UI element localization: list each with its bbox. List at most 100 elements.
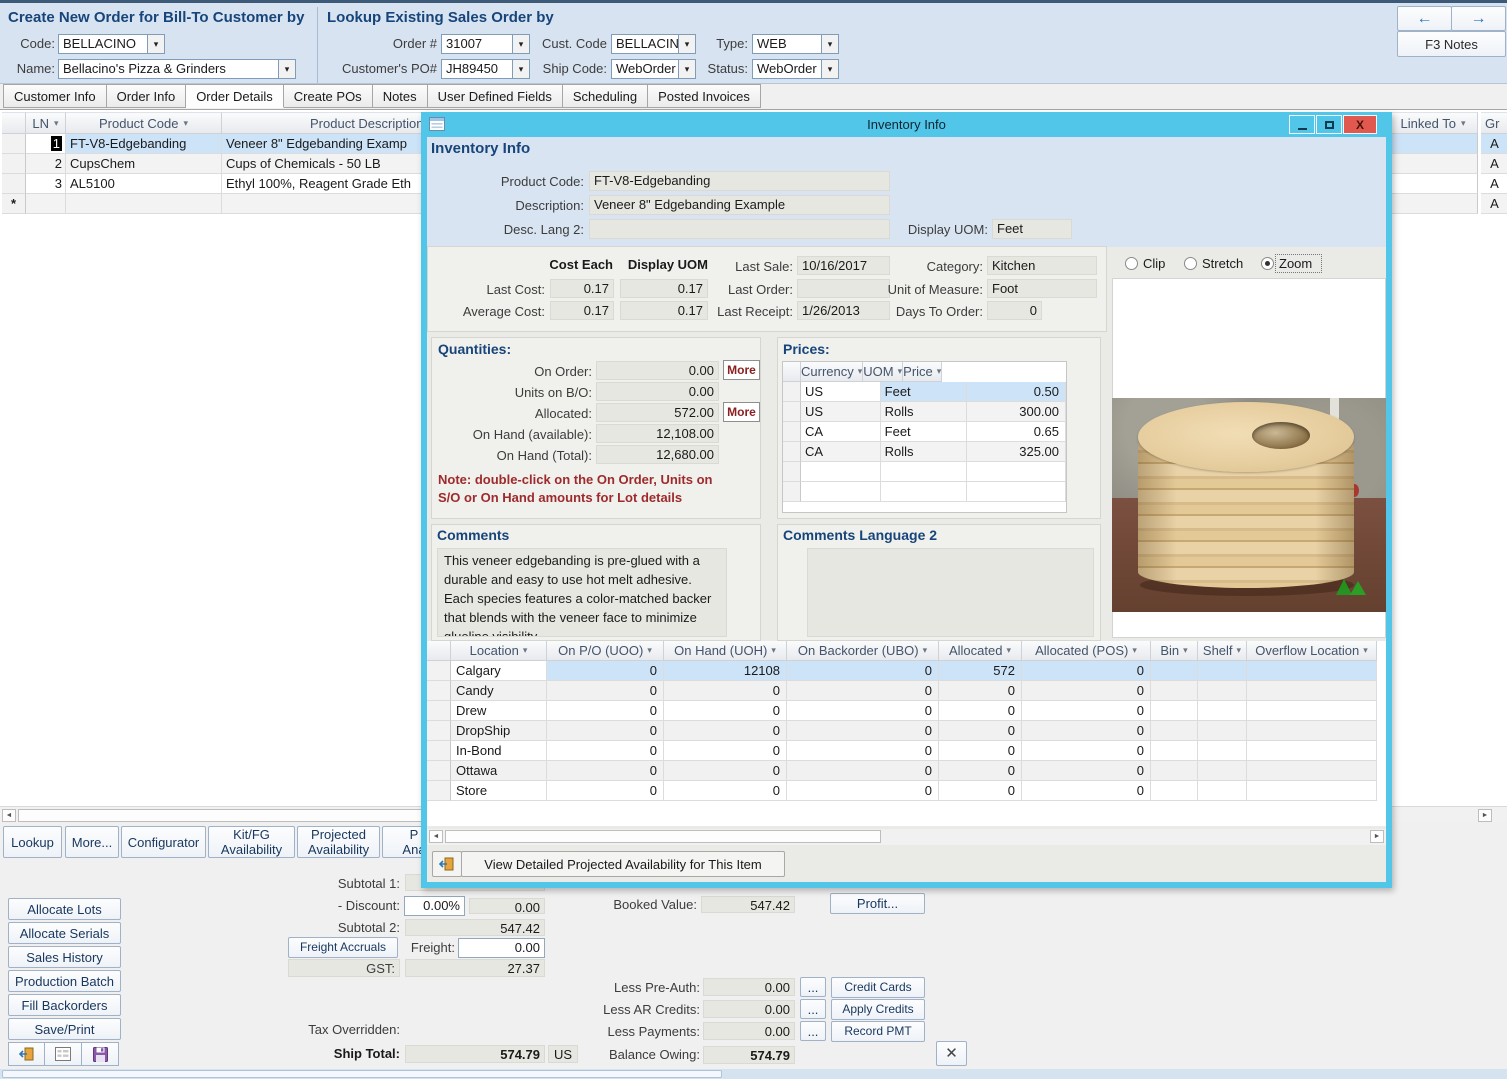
side-button[interactable]: Production Batch [8, 970, 121, 992]
tab[interactable]: Create POs [284, 84, 373, 108]
overflow-location-cell[interactable] [1247, 701, 1377, 721]
on-backorder-cell[interactable]: 0 [787, 701, 939, 721]
locations-column-header[interactable]: Bin▾ [1151, 641, 1198, 661]
locations-column-header[interactable]: On Hand (UOH)▾ [664, 641, 787, 661]
location-name-cell[interactable]: Candy [451, 681, 547, 701]
dropdown-arrow-icon[interactable]: ▾ [512, 60, 529, 78]
locations-column-header[interactable]: Allocated (POS)▾ [1022, 641, 1151, 661]
gr-cell[interactable]: A [1481, 154, 1507, 174]
minimize-button[interactable] [1289, 115, 1315, 134]
on-hand-cell[interactable]: 0 [664, 681, 787, 701]
row-selector[interactable] [783, 422, 801, 442]
bin-cell[interactable] [1151, 681, 1198, 701]
overflow-location-cell[interactable] [1247, 781, 1377, 801]
overflow-location-cell[interactable] [1247, 761, 1377, 781]
location-row[interactable]: Drew 0 0 0 0 0 [427, 701, 1386, 721]
shelf-cell[interactable] [1198, 681, 1247, 701]
scroll-left-icon[interactable]: ◄ [2, 809, 16, 822]
location-name-cell[interactable]: Drew [451, 701, 547, 721]
view-projected-availability-button[interactable]: View Detailed Projected Availability for… [461, 851, 785, 877]
tab[interactable]: Order Info [107, 84, 187, 108]
payment-action-button[interactable]: Apply Credits [831, 999, 925, 1020]
row-selector[interactable] [783, 402, 801, 422]
row-selector[interactable] [427, 661, 451, 681]
column-header-product-code[interactable]: Product Code▾ [66, 112, 222, 134]
clip-radio[interactable] [1125, 257, 1138, 270]
on-backorder-cell[interactable]: 0 [787, 721, 939, 741]
status-combo[interactable]: WebOrder ▾ [752, 59, 839, 79]
shelf-cell[interactable] [1198, 781, 1247, 801]
customer-po-combo[interactable]: JH89450 ▾ [441, 59, 530, 79]
on-backorder-cell[interactable]: 0 [787, 681, 939, 701]
on-po-cell[interactable]: 0 [547, 661, 664, 681]
location-name-cell[interactable]: DropShip [451, 721, 547, 741]
uom-cell[interactable]: Rolls [881, 442, 968, 462]
row-selector[interactable] [427, 721, 451, 741]
on-hand-cell[interactable]: 0 [664, 781, 787, 801]
kitfg-availability-button[interactable]: Kit/FG Availability [208, 826, 295, 858]
row-selector[interactable] [427, 761, 451, 781]
row-selector[interactable] [2, 154, 26, 174]
shelf-cell[interactable] [1198, 721, 1247, 741]
locations-column-header[interactable]: Allocated▾ [939, 641, 1022, 661]
row-selector[interactable] [427, 681, 451, 701]
type-combo[interactable]: WEB ▾ [752, 34, 839, 54]
window-hscroll-thumb[interactable] [2, 1070, 722, 1078]
scroll-right-icon[interactable]: ► [1370, 830, 1384, 843]
price-row[interactable]: US Feet 0.50 [783, 382, 1066, 402]
dropdown-arrow-icon[interactable]: ▾ [821, 60, 838, 78]
on-hand-cell[interactable]: 12108 [664, 661, 787, 681]
location-name-cell[interactable]: In-Bond [451, 741, 547, 761]
uom-cell[interactable]: Rolls [881, 402, 968, 422]
price-cell[interactable]: 0.65 [967, 422, 1066, 442]
ship-code-combo[interactable]: WebOrder ▾ [611, 59, 696, 79]
line-number-cell[interactable]: 3 [26, 174, 66, 194]
overflow-location-cell[interactable] [1247, 661, 1377, 681]
allocated-cell[interactable]: 0 [939, 741, 1022, 761]
shelf-cell[interactable] [1198, 761, 1247, 781]
dropdown-arrow-icon[interactable]: ▾ [821, 35, 838, 53]
overflow-location-cell[interactable] [1247, 741, 1377, 761]
stretch-radio[interactable] [1184, 257, 1197, 270]
stretch-radio-label[interactable]: Stretch [1202, 256, 1243, 271]
line-number-cell[interactable]: 2 [26, 154, 66, 174]
product-code-cell[interactable]: FT-V8-Edgebanding [66, 134, 222, 154]
dropdown-arrow-icon[interactable]: ▾ [512, 35, 529, 53]
select-all-corner[interactable] [2, 112, 26, 134]
location-name-cell[interactable]: Store [451, 781, 547, 801]
save-button[interactable] [82, 1042, 119, 1066]
location-row[interactable]: Candy 0 0 0 0 0 [427, 681, 1386, 701]
discount-percent-input[interactable]: 0.00% [404, 896, 465, 916]
availability-icon-button[interactable] [432, 851, 462, 877]
tab[interactable]: Order Details [186, 84, 284, 108]
prices-column-header[interactable]: UOM▾ [863, 362, 903, 382]
dialog-titlebar[interactable]: Inventory Info X [421, 112, 1392, 137]
allocated-field[interactable]: 572.00 [596, 403, 719, 422]
units-on-bo-field[interactable]: 0.00 [596, 382, 719, 401]
side-button[interactable]: Allocate Lots [8, 898, 121, 920]
locations-column-header[interactable]: On P/O (UOO)▾ [547, 641, 664, 661]
side-button[interactable]: Fill Backorders [8, 994, 121, 1016]
ellipsis-button[interactable]: ... [800, 999, 826, 1019]
column-header-gr[interactable]: Gr [1481, 112, 1507, 134]
dropdown-arrow-icon[interactable]: ▾ [678, 60, 695, 78]
allocated-cell[interactable]: 0 [939, 701, 1022, 721]
payment-action-button[interactable]: Credit Cards [831, 977, 925, 998]
window-hscrollbar[interactable] [0, 1069, 1507, 1079]
bill-to-name-combo[interactable]: Bellacino's Pizza & Grinders ▾ [58, 59, 296, 79]
line-number-cell[interactable]: 1 [26, 134, 66, 154]
on-po-cell[interactable]: 0 [547, 781, 664, 801]
side-button[interactable]: Sales History [8, 946, 121, 968]
location-name-cell[interactable]: Ottawa [451, 761, 547, 781]
comments-text[interactable]: This veneer edgebanding is pre-glued wit… [437, 548, 727, 637]
row-selector[interactable] [783, 382, 801, 402]
side-button[interactable]: Allocate Serials [8, 922, 121, 944]
row-selector[interactable] [427, 781, 451, 801]
record-forward-button[interactable]: → [1451, 6, 1506, 31]
cust-code-combo[interactable]: BELLACINO ▾ [611, 34, 696, 54]
datasheet-view-button[interactable] [45, 1042, 82, 1066]
currency-cell[interactable]: CA [801, 442, 881, 462]
new-record-icon[interactable]: * [2, 194, 26, 214]
zoom-radio-label[interactable]: Zoom [1279, 256, 1312, 271]
on-hand-available-field[interactable]: 12,108.00 [596, 424, 719, 443]
